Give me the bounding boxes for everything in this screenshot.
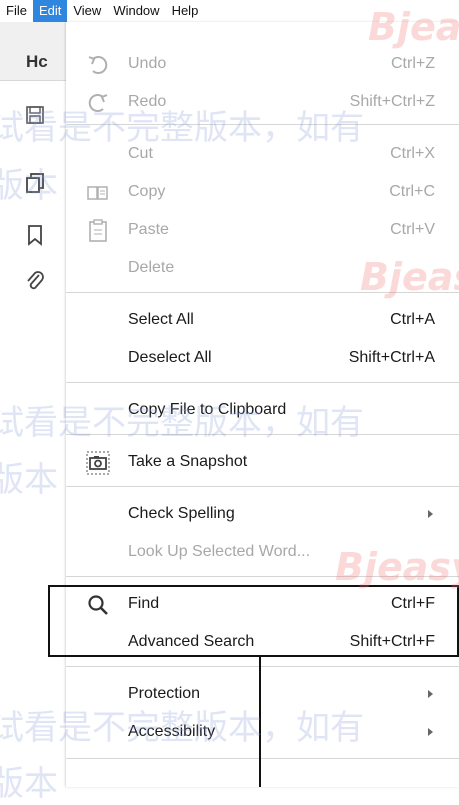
copy-shortcut: Ctrl+C bbox=[389, 183, 435, 200]
snapshot-label: Take a Snapshot bbox=[128, 453, 248, 470]
submenu-arrow-icon bbox=[428, 510, 433, 518]
cut-shortcut: Ctrl+X bbox=[390, 145, 435, 162]
menu-item-redo[interactable]: Redo Shift+Ctrl+Z bbox=[66, 84, 459, 121]
separator bbox=[66, 434, 459, 435]
menu-bar: File Edit View Window Help bbox=[0, 0, 459, 23]
deselect-all-label: Deselect All bbox=[128, 349, 212, 366]
redo-label: Redo bbox=[128, 93, 167, 110]
menu-item-take-snapshot[interactable]: Take a Snapshot bbox=[66, 444, 459, 481]
menu-item-delete[interactable]: Delete bbox=[66, 250, 459, 287]
separator bbox=[66, 758, 459, 759]
menu-file[interactable]: File bbox=[0, 0, 33, 22]
save-icon[interactable] bbox=[24, 104, 46, 126]
submenu-arrow-icon bbox=[428, 690, 433, 698]
menu-item-protection[interactable]: Protection bbox=[66, 676, 459, 713]
menu-item-accessibility[interactable]: Accessibility bbox=[66, 714, 459, 751]
menu-item-select-all[interactable]: Select All Ctrl+A bbox=[66, 302, 459, 339]
advanced-search-label: Advanced Search bbox=[128, 633, 255, 650]
undo-icon bbox=[88, 56, 108, 74]
advanced-search-shortcut: Shift+Ctrl+F bbox=[349, 633, 435, 650]
undo-shortcut: Ctrl+Z bbox=[391, 55, 435, 72]
menu-item-check-spelling[interactable]: Check Spelling bbox=[66, 496, 459, 533]
copy-icon bbox=[87, 186, 108, 200]
separator bbox=[66, 576, 459, 577]
select-all-shortcut: Ctrl+A bbox=[390, 311, 435, 328]
copy-file-label: Copy File to Clipboard bbox=[128, 401, 287, 418]
menu-window[interactable]: Window bbox=[107, 0, 165, 22]
undo-label: Undo bbox=[128, 55, 167, 72]
pages-icon[interactable] bbox=[24, 172, 46, 194]
bookmark-icon[interactable] bbox=[24, 224, 46, 246]
lookup-label: Look Up Selected Word... bbox=[128, 543, 311, 560]
redo-icon bbox=[88, 94, 108, 112]
menu-item-find[interactable]: Find Ctrl+F bbox=[66, 586, 459, 623]
separator bbox=[66, 382, 459, 383]
edit-menu-dropdown: Undo Ctrl+Z Redo Shift+Ctrl+Z Cut Ctrl+X… bbox=[66, 22, 459, 787]
search-icon bbox=[88, 595, 108, 615]
separator bbox=[66, 124, 459, 125]
separator bbox=[66, 666, 459, 667]
menu-item-copy-file-to-clipboard[interactable]: Copy File to Clipboard bbox=[66, 392, 459, 429]
separator bbox=[66, 292, 459, 293]
paste-label: Paste bbox=[128, 221, 169, 238]
paste-shortcut: Ctrl+V bbox=[390, 221, 435, 238]
spelling-label: Check Spelling bbox=[128, 505, 235, 522]
find-label: Find bbox=[128, 595, 160, 612]
deselect-all-shortcut: Shift+Ctrl+A bbox=[348, 349, 435, 366]
menu-item-deselect-all[interactable]: Deselect All Shift+Ctrl+A bbox=[66, 340, 459, 377]
cut-label: Cut bbox=[128, 145, 153, 162]
callout-line bbox=[259, 657, 261, 787]
menu-help[interactable]: Help bbox=[166, 0, 205, 22]
home-tab-label: Hc bbox=[26, 52, 48, 71]
find-shortcut: Ctrl+F bbox=[391, 595, 435, 612]
protection-label: Protection bbox=[128, 685, 201, 702]
menu-item-copy[interactable]: Copy Ctrl+C bbox=[66, 174, 459, 211]
submenu-arrow-icon bbox=[428, 728, 433, 736]
redo-shortcut: Shift+Ctrl+Z bbox=[349, 93, 435, 110]
menu-item-undo[interactable]: Undo Ctrl+Z bbox=[66, 46, 459, 83]
app-left-strip bbox=[0, 22, 66, 787]
separator bbox=[66, 486, 459, 487]
menu-item-look-up-word[interactable]: Look Up Selected Word... bbox=[66, 534, 459, 571]
camera-icon bbox=[86, 451, 110, 475]
menu-view[interactable]: View bbox=[67, 0, 107, 22]
menu-item-advanced-search[interactable]: Advanced Search Shift+Ctrl+F bbox=[66, 624, 459, 661]
accessibility-label: Accessibility bbox=[128, 723, 216, 740]
menu-item-cut[interactable]: Cut Ctrl+X bbox=[66, 136, 459, 173]
copy-label: Copy bbox=[128, 183, 166, 200]
menu-edit[interactable]: Edit bbox=[32, 0, 68, 22]
home-tab[interactable]: Hc bbox=[0, 22, 66, 81]
delete-label: Delete bbox=[128, 259, 175, 276]
attachment-icon[interactable] bbox=[24, 270, 46, 292]
select-all-label: Select All bbox=[128, 311, 194, 328]
paste-icon bbox=[89, 219, 107, 242]
menu-item-paste[interactable]: Paste Ctrl+V bbox=[66, 212, 459, 249]
